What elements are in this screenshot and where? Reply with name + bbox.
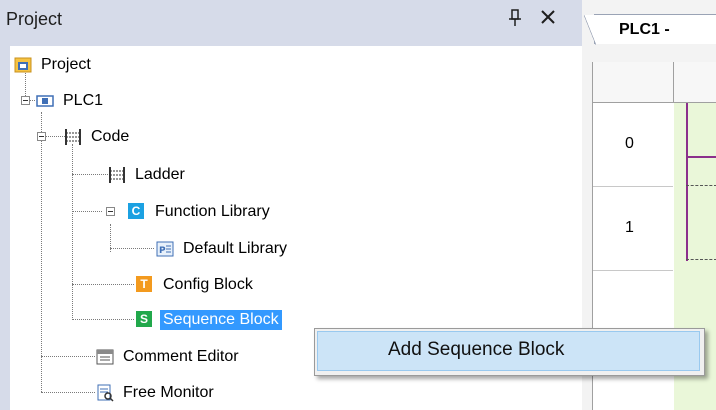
tree-label: Function Library: [155, 203, 270, 220]
collapse-toggle[interactable]: [106, 207, 115, 216]
tree-label: Sequence Block: [160, 310, 282, 330]
svg-text:P: P: [159, 246, 166, 256]
tree-item-sequence-block[interactable]: S Sequence Block: [136, 307, 282, 333]
power-rail: [686, 103, 688, 261]
tree-connector: [72, 144, 73, 320]
rung-number: 1: [625, 219, 634, 236]
tree-item-project[interactable]: Project: [14, 52, 94, 78]
header-divider: [673, 62, 674, 102]
tree-label: Ladder: [135, 166, 185, 183]
tree-label: Project: [41, 56, 91, 73]
ladder-code-icon: [65, 129, 81, 145]
tree-connector: [110, 248, 154, 249]
plc-icon: [36, 95, 54, 107]
tree-label: Free Monitor: [123, 384, 214, 401]
pin-icon[interactable]: [508, 9, 522, 27]
tree-connector: [41, 356, 95, 357]
tree-label: Code: [91, 128, 130, 145]
grid-header: [593, 62, 716, 103]
tree-item-function-library[interactable]: C Function Library: [128, 199, 273, 225]
tree-connector: [41, 112, 42, 392]
tree-connector: [41, 392, 95, 393]
tree-connector: [72, 284, 134, 285]
tree-item-plc1[interactable]: PLC1: [36, 88, 106, 114]
context-menu: Add Sequence Block: [314, 328, 705, 376]
rung-number: 0: [625, 135, 634, 152]
menu-item-add-sequence-block[interactable]: Add Sequence Block: [317, 331, 700, 371]
config-block-icon: T: [136, 276, 154, 294]
tree-item-default-library[interactable]: P Default Library: [156, 236, 290, 262]
tree-item-config-block[interactable]: T Config Block: [136, 272, 256, 298]
tree-label: Config Block: [163, 276, 253, 293]
tree-item-ladder[interactable]: Ladder: [108, 162, 188, 188]
tree-label: PLC1: [63, 92, 104, 109]
tree-item-comment-editor[interactable]: Comment Editor: [96, 344, 242, 370]
tree-item-code[interactable]: Code: [64, 124, 132, 150]
rung-line: [686, 156, 716, 158]
collapse-toggle[interactable]: [21, 96, 30, 105]
tab-plc1[interactable]: PLC1 -: [584, 14, 716, 45]
rung-separator: [686, 259, 716, 260]
function-library-icon: C: [128, 203, 146, 221]
library-file-icon: P: [156, 241, 174, 257]
rung-number-cell: 1: [593, 187, 673, 271]
project-folder-icon: [14, 57, 32, 73]
rung-number-cell: 0: [593, 103, 673, 187]
close-icon[interactable]: [539, 8, 557, 26]
collapse-toggle[interactable]: [37, 132, 46, 141]
tree-item-free-monitor[interactable]: Free Monitor: [96, 380, 217, 406]
menu-item-label: Add Sequence Block: [388, 339, 565, 360]
panel-title: Project: [6, 9, 63, 29]
sequence-block-icon: S: [136, 311, 154, 329]
tree-label: Default Library: [183, 240, 288, 257]
free-monitor-icon: [97, 384, 114, 402]
tree-label: Comment Editor: [123, 348, 239, 365]
tree-connector: [72, 211, 102, 212]
ladder-icon: [109, 167, 125, 183]
tree-connector: [72, 174, 108, 175]
tree-connector: [72, 319, 134, 320]
rung-separator: [686, 185, 716, 186]
comment-editor-icon: [96, 349, 114, 365]
